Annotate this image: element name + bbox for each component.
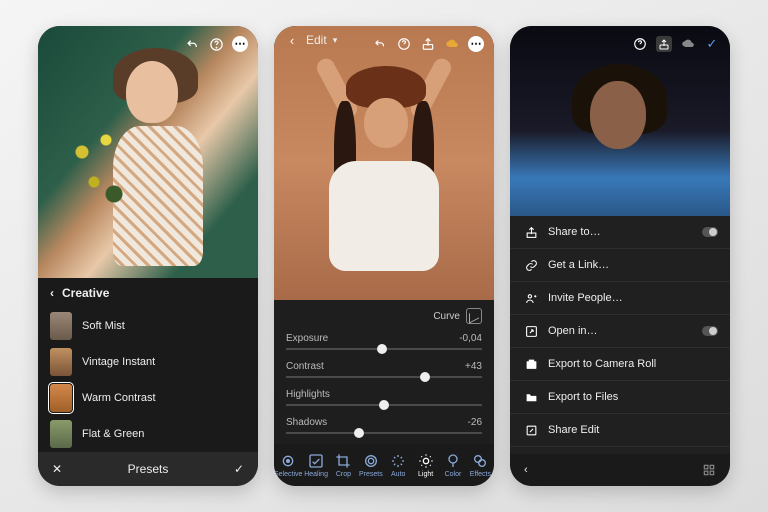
tool-healing[interactable]: Healing [302,453,329,478]
tool-presets[interactable]: Presets [357,453,384,478]
curve-icon[interactable] [466,308,482,324]
camera-roll-icon [524,357,538,371]
preset-item-selected[interactable]: Warm Contrast [38,380,258,416]
preset-item[interactable]: Flat & Green [38,416,258,452]
phone-edit: ‹ Edit ▾ ⋯ Curve Exposure-0,04 Contrast+… [274,26,494,486]
people-icon [524,291,538,305]
close-icon[interactable]: ✕ [52,462,62,476]
export-as[interactable]: Export as… [510,447,730,454]
chevron-left-icon: ‹ [50,286,54,300]
cloud-icon[interactable] [680,36,696,52]
get-link[interactable]: Get a Link… [510,249,730,282]
share-edit[interactable]: Share Edit [510,414,730,447]
category-label: Creative [62,286,109,300]
export-files[interactable]: Export to Files [510,381,730,414]
open-icon [524,324,538,338]
export-camera-roll[interactable]: Export to Camera Roll [510,348,730,381]
curve-label: Curve [433,311,460,322]
help-icon[interactable] [208,36,224,52]
topbar: ✓ [510,30,730,58]
phone-share: ✓ Share to… Get a Link… Invite People… O… [510,26,730,486]
edit-label[interactable]: Edit [306,33,327,47]
more-icon[interactable]: ⋯ [468,36,484,52]
phone-presets: ⋯ ‹ Creative Soft Mist Vintage Instant W… [38,26,258,486]
tool-effects[interactable]: Effects [467,453,494,478]
tool-row: Selective Healing Crop Presets Auto Ligh… [274,444,494,486]
preset-category-header[interactable]: ‹ Creative [38,278,258,308]
tool-crop[interactable]: Crop [330,453,357,478]
grid-icon[interactable] [702,463,716,477]
tool-auto[interactable]: Auto [385,453,412,478]
edit-header: ‹ Edit ▾ [284,32,337,48]
back-icon[interactable]: ‹ [524,464,528,476]
main-photo [38,26,258,278]
back-icon[interactable]: ‹ [284,32,300,48]
confirm-icon[interactable]: ✓ [704,36,720,52]
cloud-icon[interactable] [444,36,460,52]
preset-panel: ‹ Creative Soft Mist Vintage Instant War… [38,278,258,452]
help-icon[interactable] [396,36,412,52]
share-menu: Share to… Get a Link… Invite People… Ope… [510,216,730,454]
slider-shadows[interactable]: Shadows-26 [274,414,494,442]
slider-exposure[interactable]: Exposure-0,04 [274,330,494,358]
undo-icon[interactable] [184,36,200,52]
open-in[interactable]: Open in… [510,315,730,348]
topbar: ⋯ [38,30,258,58]
undo-icon[interactable] [372,36,388,52]
tool-light[interactable]: Light [412,453,439,478]
slider-contrast[interactable]: Contrast+43 [274,358,494,386]
slider-panel: Curve Exposure-0,04 Contrast+43 Highligh… [274,300,494,444]
bottom-bar: ‹ [510,454,730,486]
share-to[interactable]: Share to… [510,216,730,249]
confirm-icon[interactable]: ✓ [234,462,244,476]
invite-people[interactable]: Invite People… [510,282,730,315]
chevron-down-icon: ▾ [333,35,338,46]
more-icon[interactable]: ⋯ [232,36,248,52]
share-icon[interactable] [420,36,436,52]
edit-icon [524,423,538,437]
slider-highlights[interactable]: Highlights [274,386,494,414]
share-icon[interactable] [656,36,672,52]
share-icon [524,225,538,239]
help-icon[interactable] [632,36,648,52]
link-icon [524,258,538,272]
folder-icon [524,390,538,404]
preset-item[interactable]: Vintage Instant [38,344,258,380]
tool-selective[interactable]: Selective [274,453,302,478]
tool-color[interactable]: Color [439,453,466,478]
bottom-bar: ✕ Presets ✓ [38,452,258,486]
preset-item[interactable]: Soft Mist [38,308,258,344]
mode-label: Presets [128,462,169,476]
main-photo [274,26,494,300]
